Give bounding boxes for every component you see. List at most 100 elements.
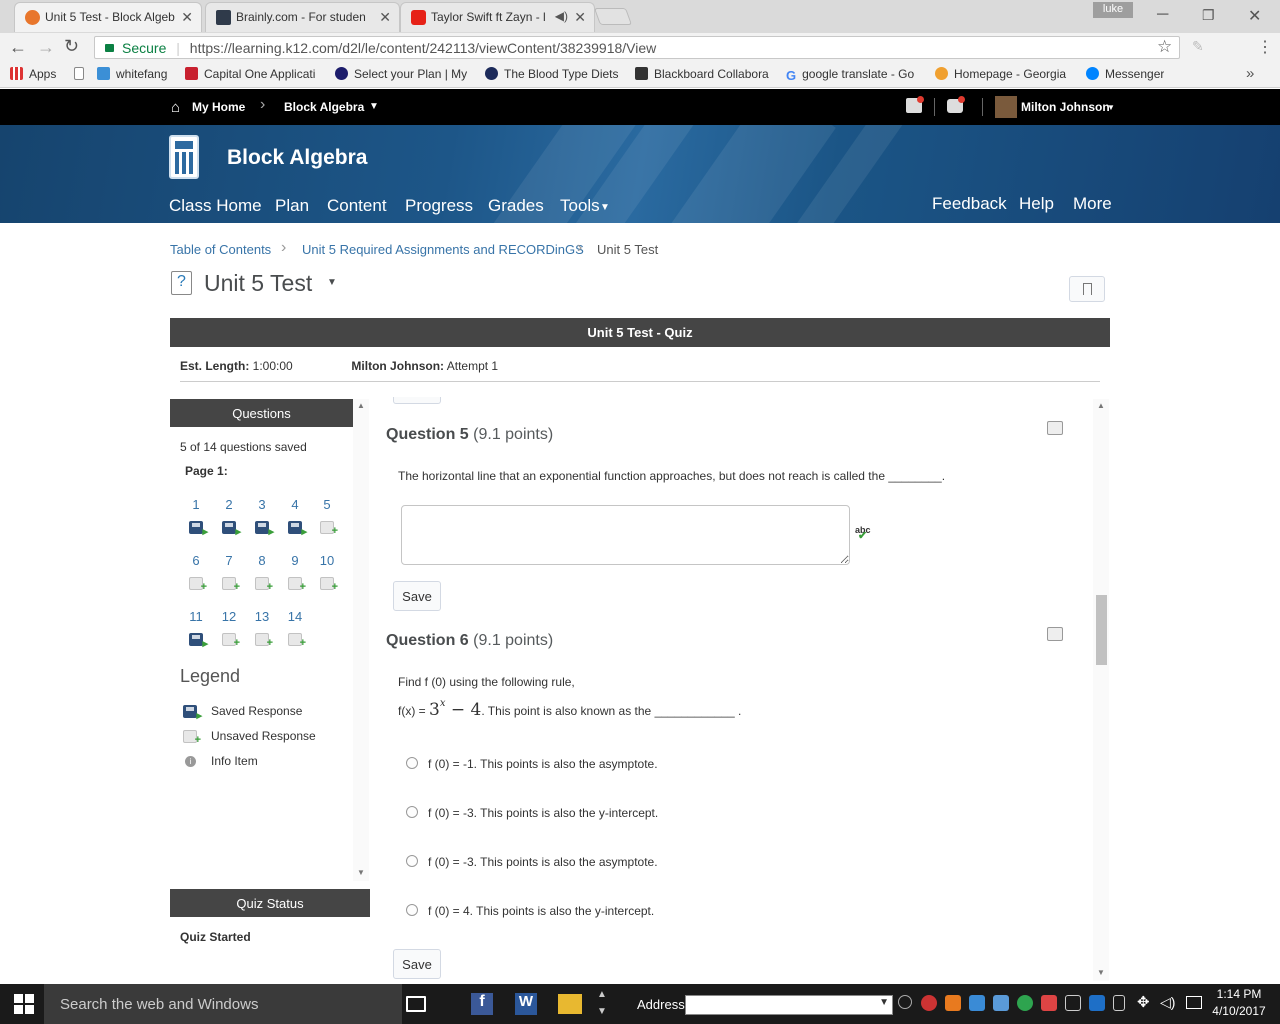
- avatar[interactable]: [995, 96, 1017, 118]
- saved-response-icon[interactable]: ▸: [288, 521, 307, 538]
- close-tab-icon[interactable]: ✕: [181, 9, 193, 26]
- saved-response-icon[interactable]: ▸: [255, 521, 274, 538]
- option-c-radio[interactable]: [406, 855, 418, 867]
- question-link-3[interactable]: 3: [250, 497, 274, 512]
- question-link-8[interactable]: 8: [250, 553, 274, 568]
- bookmark-capital-one[interactable]: Capital One Applicati: [185, 67, 323, 81]
- tray-app-icon[interactable]: [921, 995, 937, 1011]
- question-link-2[interactable]: 2: [217, 497, 241, 512]
- reload-icon[interactable]: ↻: [64, 36, 79, 57]
- nav-plan[interactable]: Plan: [275, 196, 309, 216]
- saved-response-icon[interactable]: ▸: [222, 521, 241, 538]
- user-menu[interactable]: Milton Johnson: [1021, 100, 1110, 114]
- question-link-4[interactable]: 4: [283, 497, 307, 512]
- task-view-icon[interactable]: [406, 996, 426, 1012]
- nav-tools[interactable]: Tools: [560, 196, 600, 216]
- question-5-answer-field[interactable]: [401, 505, 850, 565]
- taskbar-search[interactable]: Search the web and Windows: [44, 984, 402, 1024]
- questions-scrollbar[interactable]: ▲ ▼: [1093, 399, 1109, 981]
- unsaved-response-icon[interactable]: +: [255, 577, 273, 593]
- tray-app-icon[interactable]: [1041, 995, 1057, 1011]
- new-tab-button[interactable]: [593, 8, 633, 25]
- chevron-down-icon[interactable]: ▼: [600, 202, 610, 213]
- scrollbar-thumb[interactable]: [1096, 595, 1107, 665]
- question-link-9[interactable]: 9: [283, 553, 307, 568]
- question-link-6[interactable]: 6: [184, 553, 208, 568]
- close-tab-icon[interactable]: ✕: [379, 9, 391, 26]
- question-5-save-button[interactable]: Save: [393, 581, 441, 611]
- question-link-13[interactable]: 13: [250, 609, 274, 624]
- extension-icon[interactable]: ✎: [1192, 38, 1204, 55]
- question-link-7[interactable]: 7: [217, 553, 241, 568]
- nav-class-home[interactable]: Class Home: [169, 196, 262, 216]
- option-b-radio[interactable]: [406, 806, 418, 818]
- title-menu-caret-icon[interactable]: ▼: [327, 277, 337, 288]
- restore-icon[interactable]: ❐: [1202, 7, 1215, 24]
- option-c-label[interactable]: f (0) = -3. This points is also the asym…: [428, 855, 658, 869]
- url-bar[interactable]: Secure | https://learning.k12.com/d2l/le…: [94, 36, 1180, 59]
- bookmark-apps[interactable]: Apps: [10, 67, 56, 81]
- go-icon[interactable]: [898, 995, 912, 1009]
- bookmark-blood-type[interactable]: The Blood Type Diets: [485, 67, 621, 81]
- bookmark-blank-page[interactable]: [74, 67, 90, 81]
- tray-app-icon[interactable]: [969, 995, 985, 1011]
- bookmark-button[interactable]: [1069, 276, 1105, 302]
- unsaved-response-icon[interactable]: +: [255, 633, 273, 649]
- more-bookmarks-icon[interactable]: »: [1246, 65, 1254, 82]
- tray-app-icon[interactable]: [1065, 995, 1081, 1011]
- option-b-label[interactable]: f (0) = -3. This points is also the y-in…: [428, 806, 658, 820]
- taskbar-scroll-icon[interactable]: ▲ ▼: [597, 986, 607, 1020]
- option-d-label[interactable]: f (0) = 4. This points is also the y-int…: [428, 904, 654, 918]
- bookmark-blackboard[interactable]: Blackboard Collabora: [635, 67, 775, 81]
- nav-content[interactable]: Content: [327, 196, 387, 216]
- clock-time[interactable]: 1:14 PM: [1214, 987, 1264, 1001]
- unsaved-response-icon[interactable]: +: [189, 577, 207, 593]
- audio-playing-icon[interactable]: ◀): [555, 9, 568, 23]
- tray-app-icon[interactable]: [1089, 995, 1105, 1011]
- course-selector[interactable]: Block Algebra: [284, 100, 364, 114]
- address-toolbar-input[interactable]: ▼: [685, 995, 893, 1015]
- caret-down-icon[interactable]: ▼: [1107, 103, 1115, 112]
- option-a-label[interactable]: f (0) = -1. This points is also the asym…: [428, 757, 658, 771]
- nav-progress[interactable]: Progress: [405, 196, 473, 216]
- spellcheck-icon[interactable]: abc ✔: [855, 525, 871, 548]
- question-link-5[interactable]: 5: [315, 497, 339, 512]
- home-icon[interactable]: ⌂: [171, 99, 180, 116]
- bookmark-whitefang[interactable]: whitefang: [97, 67, 167, 81]
- tab-youtube[interactable]: Taylor Swift ft Zayn - l ◀) ✕: [400, 2, 595, 32]
- facebook-icon[interactable]: f: [471, 993, 493, 1015]
- tray-app-icon[interactable]: [1017, 995, 1033, 1011]
- nav-grades[interactable]: Grades: [488, 196, 544, 216]
- volume-icon[interactable]: ◁): [1160, 994, 1175, 1011]
- unsaved-response-icon[interactable]: +: [288, 577, 306, 593]
- unsaved-response-icon[interactable]: +: [288, 633, 306, 649]
- caret-down-icon[interactable]: ▼: [369, 101, 379, 112]
- close-window-icon[interactable]: ✕: [1248, 6, 1261, 26]
- menu-kebab-icon[interactable]: ⋮: [1257, 37, 1273, 57]
- saved-response-icon[interactable]: ▸: [189, 633, 208, 650]
- nav-more[interactable]: More: [1073, 194, 1112, 214]
- tab-unit5-test[interactable]: Unit 5 Test - Block Algeb ✕: [14, 2, 202, 32]
- questions-panel-scrollbar[interactable]: ▲ ▼: [353, 399, 369, 881]
- unsaved-response-icon[interactable]: +: [320, 577, 338, 593]
- tray-app-icon[interactable]: [993, 995, 1009, 1011]
- minimize-icon[interactable]: ─: [1157, 6, 1168, 24]
- question-6-save-button[interactable]: Save: [393, 949, 441, 979]
- unsaved-response-icon[interactable]: +: [222, 633, 240, 649]
- clock-date[interactable]: 4/10/2017: [1210, 1004, 1268, 1018]
- dropbox-icon[interactable]: ✥: [1137, 993, 1150, 1011]
- my-home-link[interactable]: My Home: [192, 100, 245, 114]
- option-d-radio[interactable]: [406, 904, 418, 916]
- unsaved-response-icon[interactable]: +: [320, 521, 338, 537]
- tab-brainly[interactable]: Brainly.com - For studen ✕: [205, 2, 400, 32]
- file-explorer-icon[interactable]: [558, 994, 582, 1014]
- breadcrumb-unit5-assignments[interactable]: Unit 5 Required Assignments and RECORDin…: [302, 242, 584, 257]
- breadcrumb-table-of-contents[interactable]: Table of Contents: [170, 242, 271, 257]
- question-link-1[interactable]: 1: [184, 497, 208, 512]
- bookmark-select-plan[interactable]: Select your Plan | My: [335, 67, 470, 81]
- notifications-icon[interactable]: [1186, 996, 1202, 1009]
- question-link-12[interactable]: 12: [217, 609, 241, 624]
- profile-badge[interactable]: luke: [1093, 2, 1133, 18]
- saved-response-icon[interactable]: ▸: [189, 521, 208, 538]
- option-a-radio[interactable]: [406, 757, 418, 769]
